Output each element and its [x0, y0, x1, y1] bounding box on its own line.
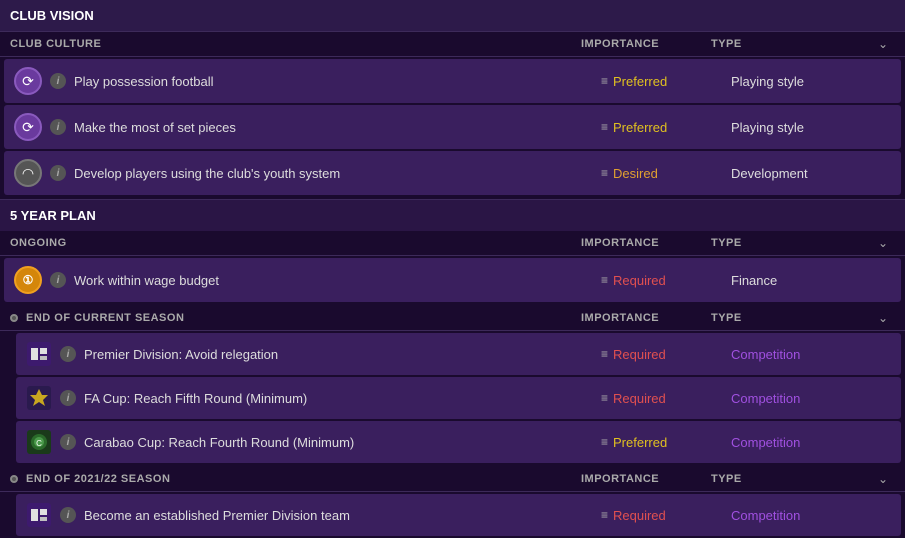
row-icon-1: ⟳ — [14, 67, 42, 95]
importance-value-eos-3: Preferred — [613, 435, 667, 450]
row-label-eos-3: Carabao Cup: Reach Fourth Round (Minimum… — [84, 435, 601, 450]
importance-badge-ongoing-1: ≡ Required — [601, 273, 731, 288]
importance-value-eos-1: Required — [613, 347, 666, 362]
info-icon-3[interactable]: i — [50, 165, 66, 181]
club-culture-label: CLUB CULTURE — [10, 38, 581, 50]
type-value-3: Development — [731, 166, 891, 181]
club-vision-title: CLUB VISION — [10, 8, 94, 23]
importance-value-1: Preferred — [613, 74, 667, 89]
info-icon-eos-2[interactable]: i — [60, 390, 76, 406]
table-row: i Become an established Premier Division… — [16, 494, 901, 536]
info-icon-ongoing-1[interactable]: i — [50, 272, 66, 288]
importance-icon-ongoing-1: ≡ — [601, 273, 608, 287]
table-row: i Premier Division: Avoid relegation ≡ R… — [16, 333, 901, 375]
eos-dot — [10, 314, 18, 322]
importance-icon-1: ≡ — [601, 74, 608, 88]
row-label-eos-2: FA Cup: Reach Fifth Round (Minimum) — [84, 391, 601, 406]
premier-badge — [26, 341, 52, 367]
importance-badge-1: ≡ Preferred — [601, 74, 731, 89]
ongoing-section: ONGOING IMPORTANCE TYPE ⌄ ① i Work withi… — [0, 231, 905, 302]
end2021-dot — [10, 475, 18, 483]
importance-header-2: IMPORTANCE — [581, 237, 711, 249]
chevron-2[interactable]: ⌄ — [871, 236, 895, 250]
club-vision-header: CLUB VISION — [0, 0, 905, 32]
end2021-label: END OF 2021/22 SEASON — [26, 473, 581, 485]
importance-badge-2021-1: ≡ Required — [601, 508, 731, 523]
type-value-eos-3: Competition — [731, 435, 891, 450]
table-row: C i Carabao Cup: Reach Fourth Round (Min… — [16, 421, 901, 463]
end2021-column-headers: END OF 2021/22 SEASON IMPORTANCE TYPE ⌄ — [0, 467, 905, 492]
table-row: ◠ i Develop players using the club's you… — [4, 151, 901, 195]
importance-value-2021-1: Required — [613, 508, 666, 523]
ongoing-rows: ① i Work within wage budget ≡ Required F… — [0, 258, 905, 302]
importance-badge-eos-1: ≡ Required — [601, 347, 731, 362]
table-row: ⟳ i Make the most of set pieces ≡ Prefer… — [4, 105, 901, 149]
importance-value-ongoing-1: Required — [613, 273, 666, 288]
type-header-4: TYPE — [711, 473, 871, 485]
table-row: ① i Work within wage budget ≡ Required F… — [4, 258, 901, 302]
table-row: ⟳ i Play possession football ≡ Preferred… — [4, 59, 901, 103]
five-year-plan-title: 5 YEAR PLAN — [10, 208, 96, 223]
importance-header-1: IMPORTANCE — [581, 38, 711, 50]
importance-badge-3: ≡ Desired — [601, 166, 731, 181]
row-icon-ongoing-1: ① — [14, 266, 42, 294]
club-culture-rows: ⟳ i Play possession football ≡ Preferred… — [0, 59, 905, 195]
chevron-4[interactable]: ⌄ — [871, 472, 895, 486]
ongoing-label: ONGOING — [10, 237, 581, 249]
club-culture-column-headers: CLUB CULTURE IMPORTANCE TYPE ⌄ — [0, 32, 905, 57]
importance-icon-eos-3: ≡ — [601, 435, 608, 449]
end2021-rows: i Become an established Premier Division… — [0, 494, 905, 536]
info-icon-eos-3[interactable]: i — [60, 434, 76, 450]
eos-label: END OF CURRENT SEASON — [26, 312, 581, 324]
type-value-2: Playing style — [731, 120, 891, 135]
row-label-2: Make the most of set pieces — [74, 120, 601, 135]
row-label-eos-1: Premier Division: Avoid relegation — [84, 347, 601, 362]
importance-value-3: Desired — [613, 166, 658, 181]
type-value-2021-1: Competition — [731, 508, 891, 523]
type-header-1: TYPE — [711, 38, 871, 50]
importance-value-2: Preferred — [613, 120, 667, 135]
importance-icon-3: ≡ — [601, 166, 608, 180]
importance-header-3: IMPORTANCE — [581, 312, 711, 324]
importance-icon-2: ≡ — [601, 120, 608, 134]
carabao-badge: C — [26, 429, 52, 455]
info-icon-1[interactable]: i — [50, 73, 66, 89]
importance-badge-2: ≡ Preferred — [601, 120, 731, 135]
info-icon-eos-1[interactable]: i — [60, 346, 76, 362]
importance-icon-eos-1: ≡ — [601, 347, 608, 361]
main-container: CLUB VISION CLUB CULTURE IMPORTANCE TYPE… — [0, 0, 905, 536]
fa-cup-badge — [26, 385, 52, 411]
importance-value-eos-2: Required — [613, 391, 666, 406]
table-row: i FA Cup: Reach Fifth Round (Minimum) ≡ … — [16, 377, 901, 419]
importance-badge-eos-3: ≡ Preferred — [601, 435, 731, 450]
svg-text:C: C — [36, 439, 42, 448]
premier-badge-2 — [26, 502, 52, 528]
importance-icon-2021-1: ≡ — [601, 508, 608, 522]
eos-rows: i Premier Division: Avoid relegation ≡ R… — [0, 333, 905, 463]
end-2021-section: END OF 2021/22 SEASON IMPORTANCE TYPE ⌄ … — [0, 467, 905, 536]
end-of-current-season-section: END OF CURRENT SEASON IMPORTANCE TYPE ⌄ … — [0, 306, 905, 463]
five-year-plan-header: 5 YEAR PLAN — [0, 199, 905, 231]
row-label-ongoing-1: Work within wage budget — [74, 273, 601, 288]
type-value-eos-1: Competition — [731, 347, 891, 362]
ongoing-column-headers: ONGOING IMPORTANCE TYPE ⌄ — [0, 231, 905, 256]
row-label-3: Develop players using the club's youth s… — [74, 166, 601, 181]
club-culture-section: CLUB CULTURE IMPORTANCE TYPE ⌄ ⟳ i Play … — [0, 32, 905, 195]
row-label-1: Play possession football — [74, 74, 601, 89]
importance-icon-eos-2: ≡ — [601, 391, 608, 405]
type-value-1: Playing style — [731, 74, 891, 89]
type-value-ongoing-1: Finance — [731, 273, 891, 288]
importance-header-4: IMPORTANCE — [581, 473, 711, 485]
chevron-3[interactable]: ⌄ — [871, 311, 895, 325]
eos-column-headers: END OF CURRENT SEASON IMPORTANCE TYPE ⌄ — [0, 306, 905, 331]
chevron-1[interactable]: ⌄ — [871, 37, 895, 51]
info-icon-2[interactable]: i — [50, 119, 66, 135]
row-icon-2: ⟳ — [14, 113, 42, 141]
importance-badge-eos-2: ≡ Required — [601, 391, 731, 406]
type-header-2: TYPE — [711, 237, 871, 249]
row-label-2021-1: Become an established Premier Division t… — [84, 508, 601, 523]
row-icon-3: ◠ — [14, 159, 42, 187]
type-header-3: TYPE — [711, 312, 871, 324]
type-value-eos-2: Competition — [731, 391, 891, 406]
